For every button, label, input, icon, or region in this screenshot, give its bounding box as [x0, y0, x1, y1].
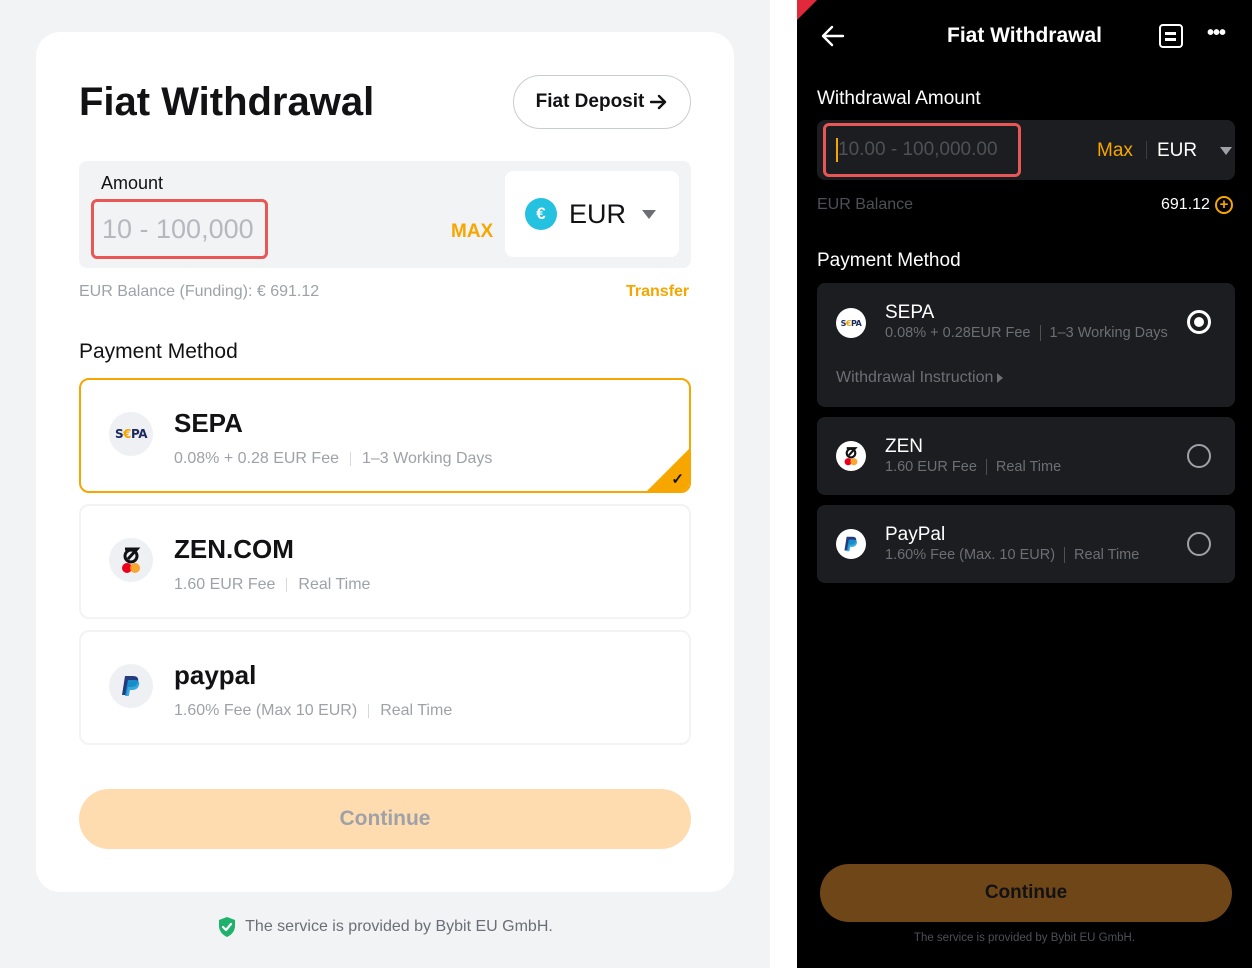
corner-flag: [797, 0, 817, 20]
method-time: 1–3 Working Days: [361, 450, 493, 467]
payment-method-sepa[interactable]: S€PA SEPA 0.08% + 0.28 EUR Fee 1–3 Workin…: [79, 378, 691, 493]
fiat-deposit-label: Fiat Deposit: [535, 91, 645, 112]
paypal-logo-icon: [836, 529, 866, 559]
method-name: paypal: [174, 660, 257, 690]
more-icon[interactable]: •••: [1207, 22, 1226, 45]
method-time: Real Time: [1074, 547, 1140, 563]
method-details: 1.60% Fee (Max. 10 EUR) Real Time: [885, 547, 1139, 563]
text-cursor: [836, 138, 838, 162]
withdrawal-amount-label: Withdrawal Amount: [817, 88, 981, 109]
method-fee: 0.08% + 0.28EUR Fee: [885, 325, 1031, 341]
amount-input[interactable]: [823, 123, 1021, 177]
history-icon[interactable]: [1159, 24, 1183, 48]
method-time: Real Time: [298, 576, 371, 593]
method-details: 1.60 EUR Fee Real Time: [174, 576, 370, 594]
method-time: Real Time: [380, 702, 453, 719]
payment-method-paypal[interactable]: paypal 1.60% Fee (Max 10 EUR) Real Time: [79, 630, 691, 745]
payment-method-zen[interactable]: ZEN 1.60 EUR Fee Real Time: [817, 417, 1235, 495]
payment-method-sepa[interactable]: S€PA SEPA 0.08% + 0.28EUR Fee 1–3 Working…: [817, 283, 1235, 407]
method-fee: 0.08% + 0.28 EUR Fee: [174, 450, 339, 467]
method-details: 1.60 EUR Fee Real Time: [885, 459, 1061, 475]
arrow-right-icon: [650, 94, 667, 110]
mobile-panel: Fiat Withdrawal ••• Withdrawal Amount Ma…: [797, 0, 1252, 968]
balance-text: EUR Balance (Funding): € 691.12: [79, 283, 320, 300]
chevron-down-icon: [1220, 147, 1232, 155]
currency-select[interactable]: EUR: [1157, 140, 1197, 162]
currency-select[interactable]: € EUR: [505, 171, 679, 257]
radio-unselected[interactable]: [1187, 444, 1211, 468]
payment-method-zen[interactable]: ZEN.COM 1.60 EUR Fee Real Time: [79, 504, 691, 619]
service-footer: The service is provided by Bybit EU GmbH…: [0, 916, 770, 938]
chevron-right-icon: [997, 372, 1004, 383]
max-button[interactable]: Max: [1097, 140, 1133, 162]
service-footer: The service is provided by Bybit EU GmbH…: [913, 932, 1136, 944]
zen-logo-icon: [109, 538, 153, 582]
continue-button[interactable]: Continue: [79, 789, 691, 849]
method-details: 0.08% + 0.28 EUR Fee 1–3 Working Days: [174, 450, 492, 468]
method-fee: 1.60% Fee (Max 10 EUR): [174, 702, 358, 719]
instruction-label: Withdrawal Instruction: [836, 369, 994, 386]
payment-method-paypal[interactable]: PayPal 1.60% Fee (Max. 10 EUR) Real Time: [817, 505, 1235, 583]
payment-method-title: Payment Method: [79, 340, 238, 363]
method-fee: 1.60 EUR Fee: [885, 459, 977, 475]
method-fee: 1.60% Fee (Max. 10 EUR): [885, 547, 1056, 563]
balance-label: EUR Balance: [817, 196, 914, 213]
max-button[interactable]: MAX: [451, 221, 493, 243]
method-details: 1.60% Fee (Max 10 EUR) Real Time: [174, 702, 452, 720]
amount-label: Amount: [101, 173, 164, 193]
sepa-logo-icon: S€PA: [836, 308, 866, 338]
withdrawal-instruction-link[interactable]: Withdrawal Instruction: [836, 369, 1004, 387]
withdrawal-card: Fiat Withdrawal Fiat Deposit Amount MAX …: [36, 32, 734, 892]
payment-method-title: Payment Method: [817, 250, 961, 271]
desktop-panel: Fiat Withdrawal Fiat Deposit Amount MAX …: [0, 0, 770, 968]
method-fee: 1.60 EUR Fee: [174, 576, 276, 593]
shield-check-icon: [219, 917, 236, 937]
continue-button[interactable]: Continue: [820, 864, 1232, 922]
method-name: ZEN: [885, 436, 923, 457]
amount-input[interactable]: [91, 199, 268, 259]
fiat-deposit-button[interactable]: Fiat Deposit: [513, 75, 691, 129]
chevron-down-icon: [642, 209, 657, 219]
radio-selected[interactable]: [1187, 310, 1211, 334]
paypal-logo-icon: [109, 664, 153, 708]
page-title: Fiat Withdrawal: [79, 80, 375, 124]
page-title: Fiat Withdrawal: [947, 24, 1102, 47]
sepa-logo-icon: S€PA: [109, 412, 153, 456]
method-name: ZEN.COM: [174, 534, 294, 564]
zen-logo-icon: [836, 441, 866, 471]
footer-text: The service is provided by Bybit EU GmbH…: [245, 918, 553, 935]
checkmark-icon: ✓: [671, 471, 684, 488]
method-time: Real Time: [995, 459, 1062, 475]
amount-box: Amount MAX € EUR: [79, 161, 691, 268]
method-name: SEPA: [174, 408, 243, 438]
currency-label: EUR: [569, 198, 627, 229]
transfer-link[interactable]: Transfer: [626, 283, 689, 301]
method-time: 1–3 Working Days: [1049, 325, 1168, 341]
method-name: SEPA: [885, 302, 935, 323]
amount-box: Max EUR: [817, 120, 1235, 180]
method-name: PayPal: [885, 524, 946, 545]
divider: [1146, 141, 1147, 159]
add-funds-icon[interactable]: +: [1215, 196, 1233, 214]
euro-icon: €: [525, 198, 557, 230]
radio-unselected[interactable]: [1187, 532, 1211, 556]
balance-value: 691.12: [1161, 196, 1210, 213]
method-details: 0.08% + 0.28EUR Fee 1–3 Working Days: [885, 325, 1168, 341]
